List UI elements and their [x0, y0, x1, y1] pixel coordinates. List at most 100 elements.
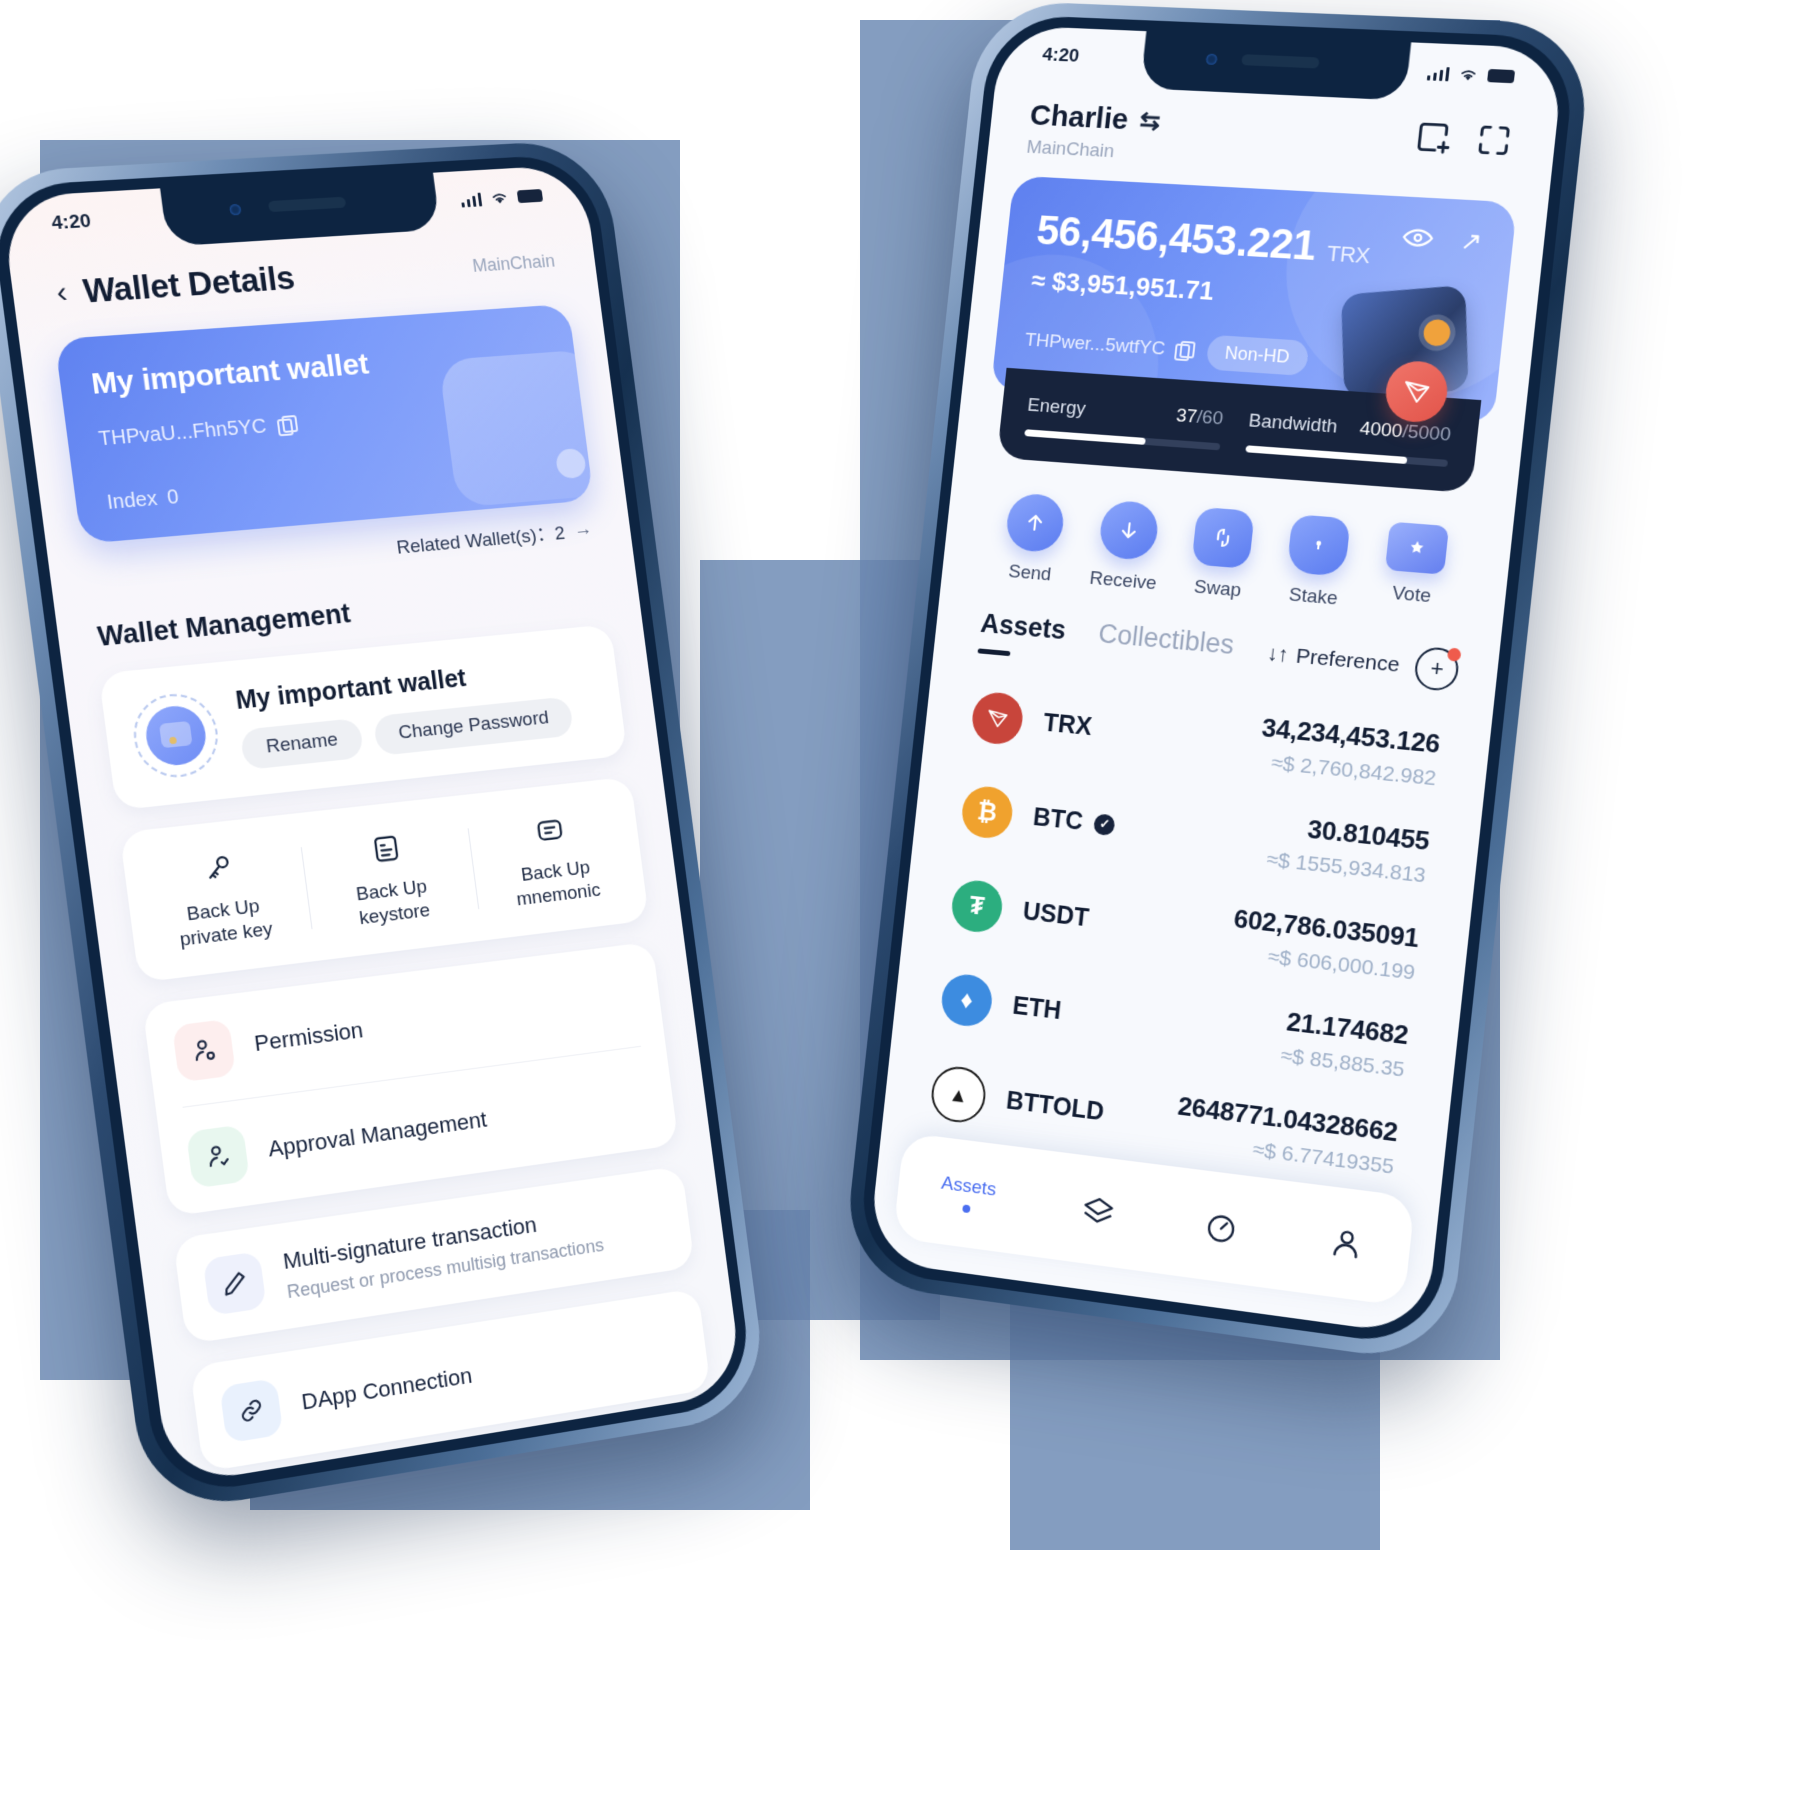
- phone-bezel: 4:20 Charlie ⇆ MainChain ↗ 56,456,453.22…: [856, 14, 1578, 1349]
- asset-symbol: TRX: [1042, 708, 1093, 741]
- resource-progress-track: [1024, 429, 1220, 450]
- index-value: 0: [166, 486, 180, 509]
- menu-title: Approval Management: [267, 1106, 489, 1161]
- copy-icon[interactable]: [276, 415, 295, 435]
- keystore-icon: [306, 821, 465, 876]
- asset-symbol: BTC ✓: [1032, 803, 1117, 840]
- account-name: Charlie: [1028, 99, 1130, 137]
- status-time: 4:20: [1041, 45, 1080, 68]
- action-send[interactable]: Send: [985, 491, 1082, 588]
- wallet-summary-card[interactable]: My important wallet THPvaU...Fhn5YC Inde…: [54, 304, 593, 544]
- tab-assets[interactable]: Assets: [977, 608, 1067, 661]
- bittorrent-icon: ▴: [929, 1064, 988, 1125]
- asset-symbol: BTTOLD: [1005, 1086, 1106, 1127]
- account-block[interactable]: Charlie ⇆ MainChain: [1025, 99, 1162, 165]
- resource-value: 4000/5000: [1358, 418, 1451, 447]
- permission-user-icon: [172, 1018, 236, 1082]
- action-label: Stake: [1267, 583, 1360, 613]
- wallet-avatar-icon: [129, 690, 223, 781]
- resource-energy-label-row: Energy 37/60: [1026, 395, 1224, 431]
- tron-logo-icon: [970, 691, 1025, 747]
- tabbar-item-profile[interactable]: [1326, 1223, 1366, 1264]
- signal-icon: [1426, 65, 1449, 81]
- key-icon: [135, 840, 299, 896]
- tabbar-item-layers[interactable]: [1079, 1191, 1118, 1231]
- resource-label: Energy: [1026, 395, 1086, 421]
- add-token-icon[interactable]: +: [1413, 646, 1460, 692]
- related-wallets-label: Related Wallet(s)：2: [395, 518, 567, 559]
- wallet-identity-row: My important wallet Rename Change Passwo…: [99, 624, 628, 810]
- wallet-identity-card: My important wallet Rename Change Passwo…: [99, 624, 628, 810]
- copy-icon[interactable]: [1174, 340, 1193, 360]
- wifi-icon: [489, 190, 510, 206]
- backup-private-key-button[interactable]: Back Up private key: [129, 839, 313, 957]
- rename-button[interactable]: Rename: [240, 718, 364, 770]
- network-label[interactable]: MainChain: [471, 250, 556, 276]
- change-password-button[interactable]: Change Password: [373, 696, 575, 756]
- active-dot-icon: [962, 1204, 970, 1213]
- eye-icon[interactable]: [1402, 227, 1435, 249]
- arrow-right-icon: →: [573, 518, 594, 541]
- tabbar-item-assets[interactable]: Assets: [939, 1172, 997, 1215]
- sort-arrows-icon: ↓↑: [1266, 642, 1290, 668]
- permissions-card: Permission Approval Management: [142, 941, 679, 1216]
- menu-text: DApp Connection: [300, 1362, 474, 1415]
- menu-text: Multi-signature transaction Request or p…: [281, 1202, 605, 1302]
- tether-icon: ₮: [949, 878, 1004, 934]
- backup-keystore-button[interactable]: Back Up keystore: [300, 821, 479, 937]
- action-receive[interactable]: Receive: [1078, 498, 1176, 596]
- asset-amount: 21.174682: [1283, 1006, 1410, 1051]
- menu-text: Approval Management: [267, 1106, 489, 1162]
- chevron-left-icon[interactable]: ‹: [55, 277, 69, 308]
- action-label: Swap: [1172, 575, 1264, 604]
- ethereum-icon: ♦: [939, 972, 994, 1029]
- preference-label: Preference: [1295, 645, 1401, 678]
- page-header: ‹ Wallet Details MainChain: [46, 242, 565, 313]
- index-label: Index: [106, 488, 159, 514]
- wallet-home-content: Charlie ⇆ MainChain ↗ 56,456,453.221 TRX…: [867, 25, 1565, 1336]
- action-label: Send: [985, 559, 1074, 588]
- scan-qr-icon[interactable]: [1473, 120, 1516, 160]
- link-icon: [219, 1377, 283, 1442]
- layers-icon: [1079, 1191, 1118, 1231]
- menu-title: Permission: [253, 1017, 365, 1056]
- account-row[interactable]: Charlie ⇆: [1028, 99, 1162, 139]
- page-title: Wallet Details: [81, 259, 297, 311]
- resource-progress-fill: [1024, 429, 1145, 445]
- status-time: 4:20: [50, 211, 92, 236]
- swap-icon: [1191, 507, 1255, 569]
- receive-arrow-down-icon: [1097, 499, 1160, 561]
- verified-icon: ✓: [1093, 813, 1116, 836]
- action-swap[interactable]: Swap: [1172, 505, 1271, 604]
- battery-icon: [517, 189, 543, 203]
- wallet-address: THPvaU...Fhn5YC: [97, 415, 267, 451]
- preference-button[interactable]: ↓↑ Preference: [1266, 642, 1401, 678]
- explore-icon: [1201, 1207, 1241, 1248]
- pen-icon: [203, 1251, 267, 1316]
- asset-fiat: ≈$ 85,885.35: [1279, 1044, 1405, 1083]
- account-switch-icon[interactable]: ⇆: [1138, 106, 1162, 137]
- ticket-star-icon: [1385, 522, 1449, 575]
- resource-label: Bandwidth: [1247, 410, 1338, 438]
- screenshot-stage: 4:20 ‹ Wallet Details MainChain My impor…: [0, 0, 1800, 1800]
- tab-collectibles[interactable]: Collectibles: [1097, 618, 1236, 661]
- asset-values: 2648771.04328662 ≈$ 6.77419355: [1173, 1091, 1399, 1180]
- home-header: Charlie ⇆ MainChain: [1016, 98, 1526, 184]
- backup-mnemonic-button[interactable]: Back Up mnemonic: [466, 802, 640, 916]
- wifi-icon: [1457, 66, 1479, 82]
- tabbar-label: Assets: [940, 1172, 997, 1201]
- balance-card[interactable]: ↗ 56,456,453.221 TRX ≈ $3,951,951.71 THP…: [983, 176, 1517, 495]
- network-label: MainChain: [1025, 137, 1157, 165]
- tabbar-item-explore[interactable]: [1201, 1207, 1241, 1248]
- header-left: ‹ Wallet Details: [54, 259, 297, 313]
- profile-icon: [1326, 1223, 1366, 1264]
- action-stake[interactable]: Stake: [1267, 513, 1368, 612]
- bitcoin-icon: ₿: [960, 784, 1015, 840]
- asset-values: 30.810455 ≈$ 1555,934.813: [1265, 810, 1431, 889]
- action-vote[interactable]: Vote: [1363, 520, 1465, 620]
- arrow-up-right-icon[interactable]: ↗: [1459, 226, 1484, 258]
- resource-energy[interactable]: Energy 37/60: [1024, 395, 1224, 450]
- add-wallet-icon[interactable]: [1412, 117, 1455, 157]
- resource-progress-track: [1245, 445, 1448, 467]
- battery-icon: [1487, 68, 1515, 82]
